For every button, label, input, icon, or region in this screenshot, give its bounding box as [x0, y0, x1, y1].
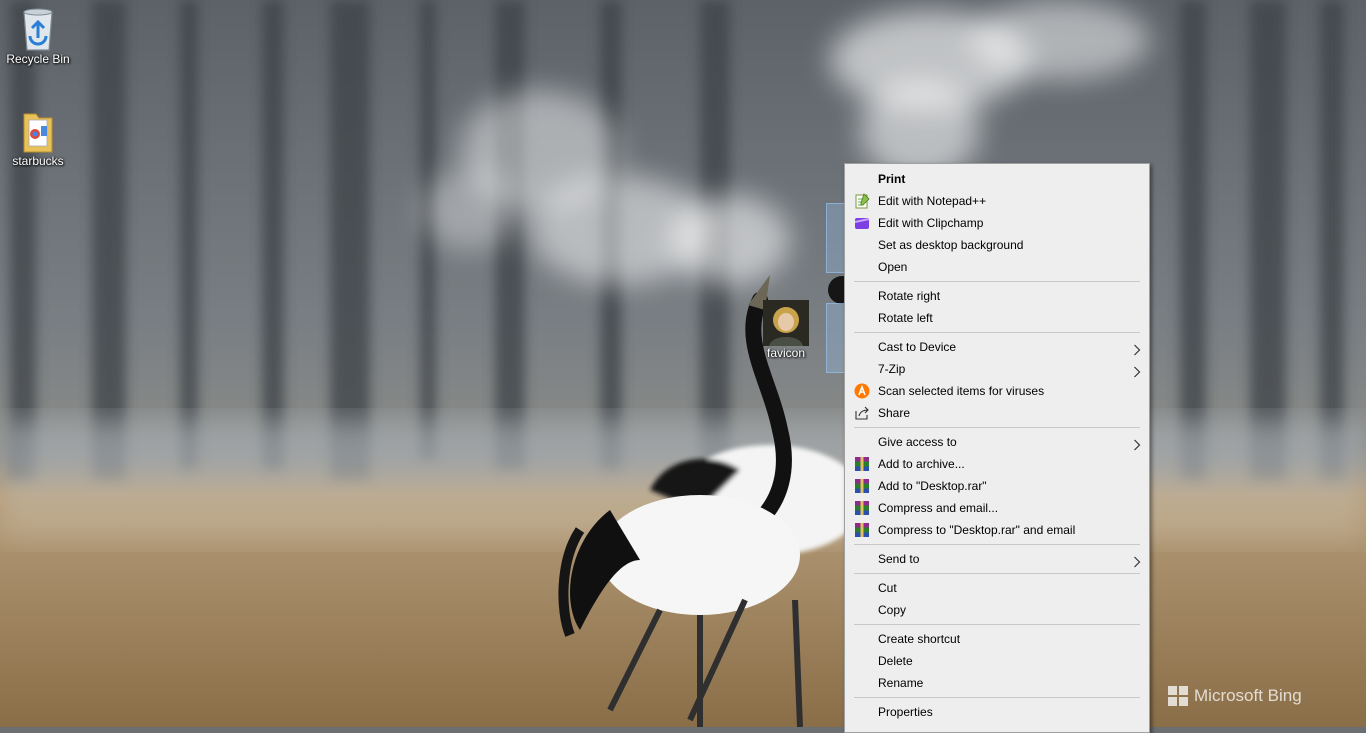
menu-item-label: Compress to "Desktop.rar" and email [878, 523, 1076, 537]
menu-item-label: Rotate right [878, 289, 941, 303]
chevron-right-icon [1133, 436, 1141, 451]
menu-item-label: Rename [878, 676, 924, 690]
notepad-plus-plus-icon [854, 193, 870, 209]
chevron-right-icon [1133, 341, 1141, 356]
clipchamp-icon [854, 215, 870, 231]
winrar-icon [854, 500, 870, 516]
selected-item-highlight[interactable] [826, 303, 846, 373]
desktop-wallpaper [0, 0, 1366, 727]
watermark-text: Microsoft Bing [1194, 686, 1302, 705]
menu-item-label: Open [878, 260, 908, 274]
bing-watermark: Microsoft Bing [1168, 684, 1302, 708]
desktop-icon-label: starbucks [12, 154, 64, 168]
winrar-icon [854, 456, 870, 472]
chevron-right-icon [1133, 363, 1141, 378]
menu-item-label: Share [878, 406, 911, 420]
menu-item-edit-with-clipchamp[interactable]: Edit with Clipchamp [845, 212, 1149, 234]
menu-item-add-to-archive[interactable]: Add to archive... [845, 453, 1149, 475]
menu-separator [854, 427, 1140, 428]
menu-item-label: Add to archive... [878, 457, 965, 471]
menu-item-label: Give access to [878, 435, 957, 449]
menu-item-7-zip[interactable]: 7-Zip [845, 358, 1149, 380]
menu-item-label: Edit with Notepad++ [878, 194, 987, 208]
menu-item-rename[interactable]: Rename [845, 672, 1149, 694]
menu-item-open[interactable]: Open [845, 256, 1149, 278]
menu-separator [854, 281, 1140, 282]
menu-item-label: Send to [878, 552, 920, 566]
menu-item-label: Cast to Device [878, 340, 957, 354]
share-icon [854, 405, 870, 421]
winrar-icon [854, 522, 870, 538]
menu-item-label: Print [878, 172, 906, 186]
menu-item-give-access-to[interactable]: Give access to [845, 431, 1149, 453]
avast-icon [854, 383, 870, 399]
menu-item-rotate-right[interactable]: Rotate right [845, 285, 1149, 307]
menu-item-compress-and-email[interactable]: Compress and email... [845, 497, 1149, 519]
menu-item-label: Copy [878, 603, 907, 617]
selected-item-highlight[interactable] [826, 203, 846, 273]
menu-item-print[interactable]: Print [845, 168, 1149, 190]
menu-item-label: Create shortcut [878, 632, 961, 646]
desktop-icon-label: favicon [766, 346, 806, 360]
menu-item-label: Add to "Desktop.rar" [878, 479, 987, 493]
menu-item-label: Compress and email... [878, 501, 999, 515]
menu-item-properties[interactable]: Properties [845, 701, 1149, 723]
menu-item-delete[interactable]: Delete [845, 650, 1149, 672]
menu-item-share[interactable]: Share [845, 402, 1149, 424]
folder-icon [18, 106, 58, 154]
menu-item-compress-to-desktop-rar-and-email[interactable]: Compress to "Desktop.rar" and email [845, 519, 1149, 541]
menu-item-label: Set as desktop background [878, 238, 1024, 252]
menu-item-set-as-desktop-background[interactable]: Set as desktop background [845, 234, 1149, 256]
menu-item-create-shortcut[interactable]: Create shortcut [845, 628, 1149, 650]
menu-separator [854, 573, 1140, 574]
menu-item-edit-with-notepad[interactable]: Edit with Notepad++ [845, 190, 1149, 212]
menu-item-label: Cut [878, 581, 897, 595]
desktop-icon-recycle-bin[interactable]: Recycle Bin [0, 6, 76, 66]
context-menu: Print Edit with Notepad++ Edit with Clipch… [844, 163, 1150, 733]
image-thumbnail-icon [763, 300, 809, 346]
menu-item-add-to-desktop-rar[interactable]: Add to "Desktop.rar" [845, 475, 1149, 497]
desktop-icon-starbucks[interactable]: starbucks [0, 106, 76, 168]
menu-item-cast-to-device[interactable]: Cast to Device [845, 336, 1149, 358]
menu-item-label: 7-Zip [878, 362, 906, 376]
menu-item-send-to[interactable]: Send to [845, 548, 1149, 570]
menu-item-label: Delete [878, 654, 913, 668]
recycle-bin-icon [18, 6, 58, 52]
desktop-icon-label: Recycle Bin [6, 52, 70, 66]
menu-separator [854, 332, 1140, 333]
menu-item-label: Properties [878, 705, 933, 719]
windows-logo-icon [1168, 686, 1188, 706]
menu-item-label: Rotate left [878, 311, 933, 325]
chevron-right-icon [1133, 553, 1141, 568]
menu-item-scan-selected-items-for-viruses[interactable]: Scan selected items for viruses [845, 380, 1149, 402]
menu-separator [854, 624, 1140, 625]
menu-separator [854, 697, 1140, 698]
desktop-icon-favicon[interactable]: favicon [748, 300, 824, 360]
menu-separator [854, 544, 1140, 545]
menu-item-rotate-left[interactable]: Rotate left [845, 307, 1149, 329]
menu-item-label: Scan selected items for viruses [878, 384, 1045, 398]
winrar-icon [854, 478, 870, 494]
menu-item-cut[interactable]: Cut [845, 577, 1149, 599]
menu-item-copy[interactable]: Copy [845, 599, 1149, 621]
menu-item-label: Edit with Clipchamp [878, 216, 984, 230]
